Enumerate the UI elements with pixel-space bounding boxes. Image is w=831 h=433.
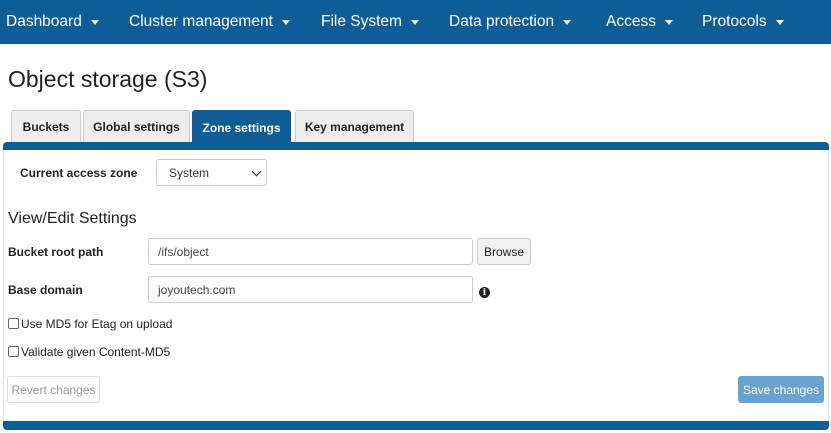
bucket-root-path-value: /ifs/object bbox=[158, 244, 209, 259]
nav-protocols-label: Protocols bbox=[702, 13, 767, 30]
validate-md5-checkbox[interactable] bbox=[8, 346, 19, 357]
bucket-root-path-input[interactable]: /ifs/object bbox=[148, 238, 473, 265]
browse-button[interactable]: Browse bbox=[477, 238, 531, 265]
nav-protocols[interactable]: Protocols bbox=[702, 0, 784, 44]
chevron-down-icon bbox=[775, 20, 784, 25]
tab-global-settings[interactable]: Global settings bbox=[83, 110, 190, 143]
nav-data-protection[interactable]: Data protection bbox=[449, 0, 572, 44]
nav-cluster-management-label: Cluster management bbox=[129, 13, 273, 30]
chevron-down-icon bbox=[664, 20, 673, 25]
nav-file-system-label: File System bbox=[321, 13, 402, 30]
access-zone-select[interactable]: System bbox=[156, 159, 267, 186]
nav-dashboard-label: Dashboard bbox=[6, 13, 82, 30]
page-title: Object storage (S3) bbox=[8, 66, 208, 92]
nav-access-label: Access bbox=[606, 13, 656, 30]
access-zone-label: Current access zone bbox=[20, 166, 138, 180]
chevron-down-icon bbox=[563, 20, 572, 25]
tab-buckets[interactable]: Buckets bbox=[11, 110, 81, 143]
tab-zone-settings[interactable]: Zone settings bbox=[192, 110, 291, 144]
section-title: View/Edit Settings bbox=[8, 210, 137, 227]
chevron-down-icon bbox=[251, 166, 262, 177]
revert-changes-button[interactable]: Revert changes bbox=[7, 376, 100, 403]
top-navigation-bar: Dashboard Cluster management File System… bbox=[0, 0, 831, 44]
base-domain-input[interactable]: joyoutech.com bbox=[148, 276, 473, 303]
md5-etag-label: Use MD5 for Etag on upload bbox=[21, 317, 173, 331]
nav-access[interactable]: Access bbox=[606, 0, 673, 44]
validate-md5-label: Validate given Content-MD5 bbox=[21, 345, 171, 359]
nav-dashboard[interactable]: Dashboard bbox=[6, 0, 99, 44]
tab-key-management[interactable]: Key management bbox=[295, 110, 414, 143]
base-domain-value: joyoutech.com bbox=[158, 282, 236, 297]
panel-bottom-band bbox=[3, 421, 829, 430]
info-icon[interactable]: i bbox=[479, 287, 490, 298]
nav-cluster-management[interactable]: Cluster management bbox=[129, 0, 290, 44]
base-domain-label: Base domain bbox=[8, 283, 83, 297]
chevron-down-icon bbox=[410, 20, 419, 25]
bucket-root-path-label: Bucket root path bbox=[8, 245, 104, 259]
access-zone-selected-value: System bbox=[169, 165, 210, 180]
chevron-down-icon bbox=[90, 20, 99, 25]
chevron-down-icon bbox=[281, 20, 290, 25]
nav-file-system[interactable]: File System bbox=[321, 0, 419, 44]
nav-data-protection-label: Data protection bbox=[449, 13, 555, 30]
save-changes-button[interactable]: Save changes bbox=[738, 376, 824, 403]
md5-etag-checkbox[interactable] bbox=[8, 318, 19, 329]
